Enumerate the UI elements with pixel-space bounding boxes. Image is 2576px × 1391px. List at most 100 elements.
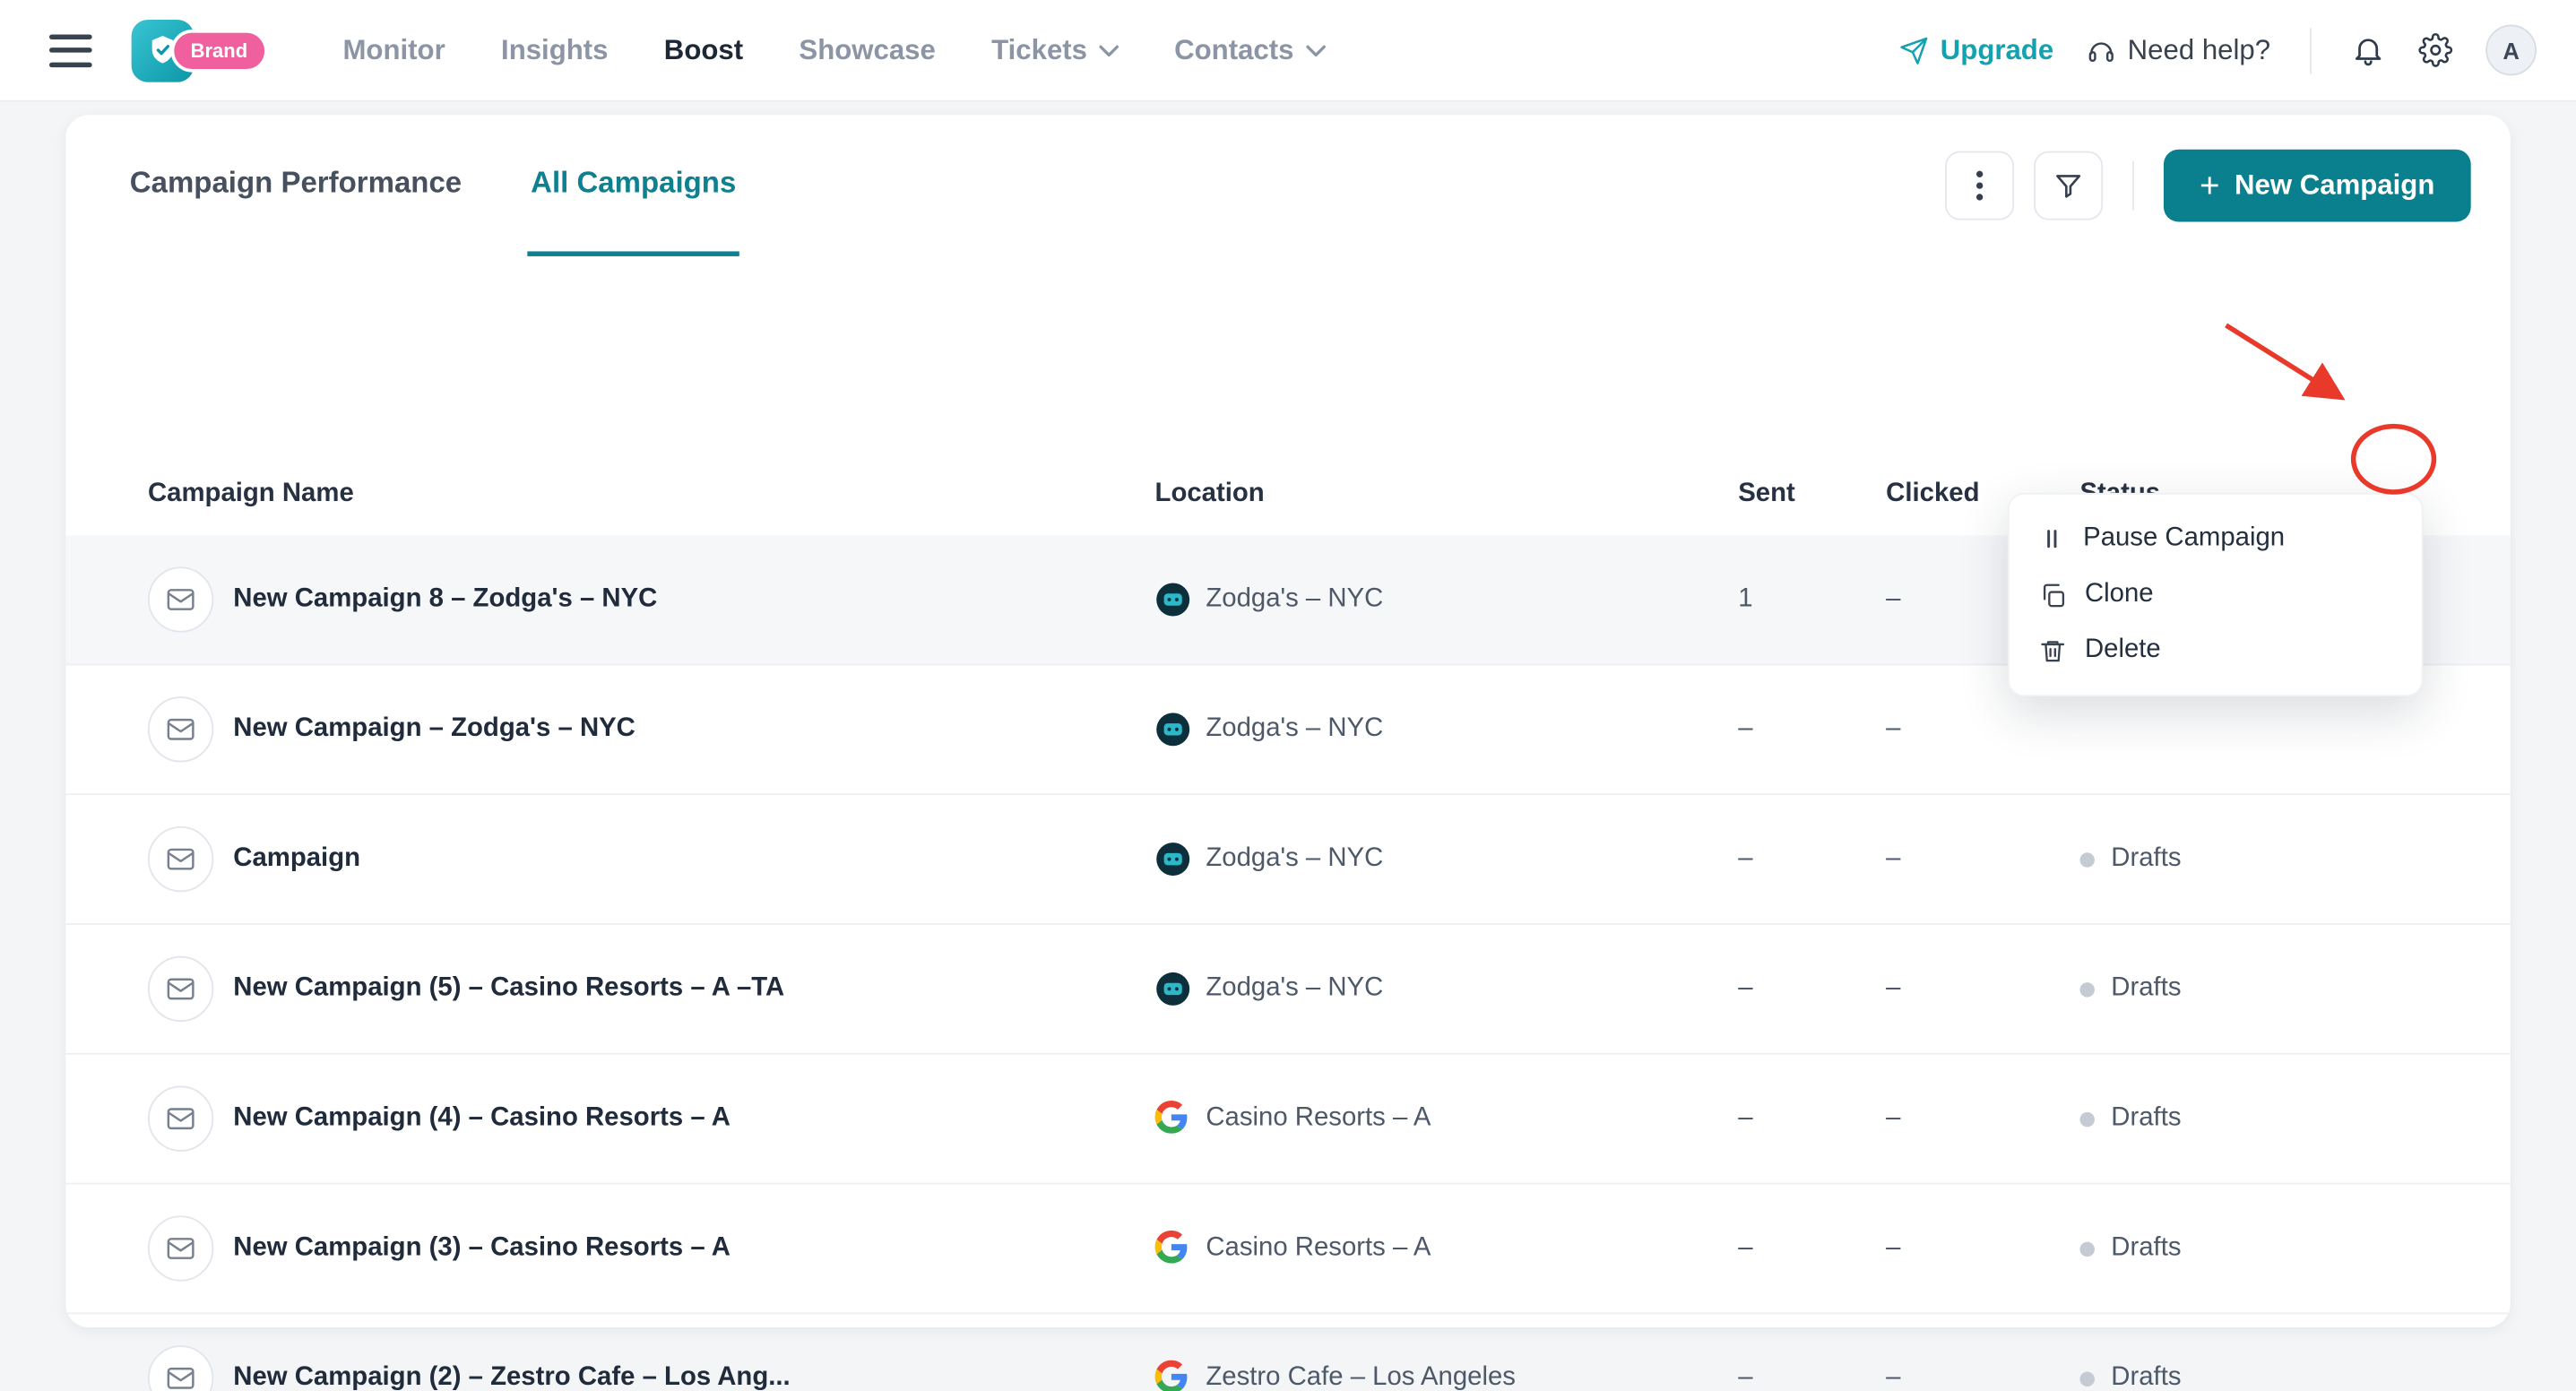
sent-value: – — [1738, 973, 1753, 1003]
clicked-value: – — [1886, 1103, 1901, 1132]
tabs: Campaign Performance All Campaigns — [126, 115, 739, 256]
nav-item-insights[interactable]: Insights — [501, 34, 608, 67]
nav-item-monitor[interactable]: Monitor — [342, 34, 445, 67]
avatar-initial: A — [2503, 37, 2520, 64]
table-row[interactable]: New Campaign (2) – Zestro Cafe – Los Ang… — [65, 1314, 2510, 1391]
nav-label: Boost — [663, 33, 744, 65]
location-name: Zestro Cafe – Los Angeles — [1206, 1363, 1516, 1391]
help-label: Need help? — [2127, 33, 2271, 65]
sent-value: – — [1738, 714, 1753, 743]
sent-value: – — [1738, 1103, 1753, 1132]
location-name: Zodga's – NYC — [1206, 973, 1384, 1003]
envelope-icon — [147, 696, 214, 763]
chevron-down-icon — [1305, 44, 1326, 56]
status-label: Drafts — [2111, 1103, 2182, 1132]
status-label: Drafts — [2111, 973, 2182, 1003]
menu-item-label: Delete — [2084, 635, 2161, 664]
tab-all-campaigns[interactable]: All Campaigns — [527, 115, 739, 256]
card-header: Campaign Performance All Campaigns + New… — [65, 115, 2510, 256]
location-name: Zodga's – NYC — [1206, 714, 1384, 743]
trash-icon — [2041, 640, 2065, 661]
campaign-name: New Campaign (4) – Casino Resorts – A — [233, 1103, 730, 1132]
location-name: Zodga's – NYC — [1206, 844, 1384, 873]
menu-item-clone[interactable]: Clone — [2010, 566, 2422, 622]
user-avatar[interactable]: A — [2485, 24, 2537, 76]
app-stage: Brand Monitor Insights Boost Showcase Ti… — [0, 0, 2576, 1391]
settings-gear-button[interactable] — [2418, 33, 2453, 67]
status-label: Drafts — [2111, 1233, 2182, 1262]
envelope-icon — [147, 1215, 214, 1282]
location-name: Zodga's – NYC — [1206, 584, 1384, 613]
navbar-divider — [2310, 27, 2312, 73]
envelope-icon — [147, 1085, 214, 1152]
status-dot — [2079, 851, 2095, 867]
status-dot — [2079, 1370, 2095, 1387]
app-viewport: Brand Monitor Insights Boost Showcase Ti… — [0, 0, 2576, 1391]
clicked-value: – — [1886, 844, 1901, 873]
plus-icon: + — [2200, 167, 2220, 205]
zodga-location-icon — [1155, 841, 1191, 877]
nav-item-tickets[interactable]: Tickets — [991, 34, 1119, 67]
nav-label: Monitor — [342, 33, 445, 65]
menu-item-label: Pause Campaign — [2083, 523, 2286, 552]
nav-label: Insights — [501, 33, 609, 65]
new-campaign-label: New Campaign — [2235, 168, 2435, 201]
clicked-value: – — [1886, 714, 1901, 743]
status-label: Drafts — [2111, 844, 2182, 873]
menu-item-delete[interactable]: Delete — [2010, 623, 2422, 678]
sent-value: – — [1738, 1363, 1753, 1391]
app-logo[interactable]: Brand — [131, 19, 268, 82]
status-dot — [2079, 1240, 2095, 1257]
tab-campaign-performance[interactable]: Campaign Performance — [126, 115, 465, 256]
chevron-down-icon — [1098, 44, 1119, 56]
nav-label: Showcase — [799, 33, 936, 65]
rocket-icon — [1900, 36, 1928, 64]
table-row[interactable]: New Campaign (4) – Casino Resorts – A Ca… — [65, 1055, 2511, 1185]
upgrade-link[interactable]: Upgrade — [1899, 34, 2053, 67]
sent-value: 1 — [1738, 584, 1753, 613]
notifications-bell-button[interactable] — [2351, 33, 2385, 67]
status-dot — [2079, 1110, 2095, 1127]
hamburger-menu-button[interactable] — [48, 33, 92, 67]
table-row[interactable]: New Campaign (3) – Casino Resorts – A Ca… — [65, 1185, 2511, 1315]
nav-label: Tickets — [991, 33, 1087, 65]
nav-item-boost[interactable]: Boost — [664, 34, 743, 67]
menu-item-pause-campaign[interactable]: Pause Campaign — [2010, 511, 2422, 566]
envelope-icon — [147, 825, 214, 893]
clone-icon — [2043, 583, 2065, 607]
bell-icon — [2355, 39, 2382, 66]
nav-item-showcase[interactable]: Showcase — [799, 34, 935, 67]
clicked-value: – — [1886, 1363, 1901, 1391]
pause-icon — [2047, 530, 2057, 549]
envelope-icon — [147, 566, 214, 633]
location-name: Casino Resorts – A — [1206, 1103, 1431, 1132]
need-help-link[interactable]: Need help? — [2087, 34, 2270, 67]
campaign-name: New Campaign 8 – Zodga's – NYC — [233, 584, 658, 613]
google-location-icon — [1154, 1101, 1191, 1136]
status-label: Drafts — [2111, 1363, 2182, 1391]
main-nav: Monitor Insights Boost Showcase Tickets … — [342, 33, 1326, 67]
envelope-icon — [147, 1345, 214, 1391]
row-context-menu: Pause Campaign Clone Delete — [2007, 492, 2424, 697]
table-row[interactable]: New Campaign (5) – Casino Resorts – A –T… — [65, 925, 2511, 1055]
filter-button[interactable] — [2033, 151, 2103, 220]
campaign-name: New Campaign – Zodga's – NYC — [233, 714, 635, 743]
campaign-name: Campaign — [233, 844, 361, 873]
more-options-kebab-button[interactable] — [1944, 151, 2014, 220]
zodga-location-icon — [1155, 971, 1191, 1007]
nav-label: Contacts — [1174, 33, 1294, 65]
zodga-location-icon — [1155, 712, 1191, 747]
sent-value: – — [1738, 844, 1753, 873]
sent-value: – — [1738, 1233, 1753, 1262]
navbar-left: Brand Monitor Insights Boost Showcase Ti… — [48, 19, 1326, 82]
table-row[interactable]: Campaign Zodga's – NYC – – Drafts — [65, 795, 2511, 925]
column-header-campaign-name: Campaign Name — [147, 480, 354, 508]
top-navbar: Brand Monitor Insights Boost Showcase Ti… — [0, 0, 2576, 102]
new-campaign-button[interactable]: + New Campaign — [2163, 149, 2471, 222]
gear-icon — [2418, 33, 2453, 67]
clicked-value: – — [1886, 1233, 1901, 1262]
campaign-name: New Campaign (2) – Zestro Cafe – Los Ang… — [233, 1363, 791, 1391]
nav-item-contacts[interactable]: Contacts — [1174, 33, 1326, 67]
brand-badge: Brand — [170, 29, 268, 72]
location-name: Casino Resorts – A — [1206, 1233, 1431, 1262]
